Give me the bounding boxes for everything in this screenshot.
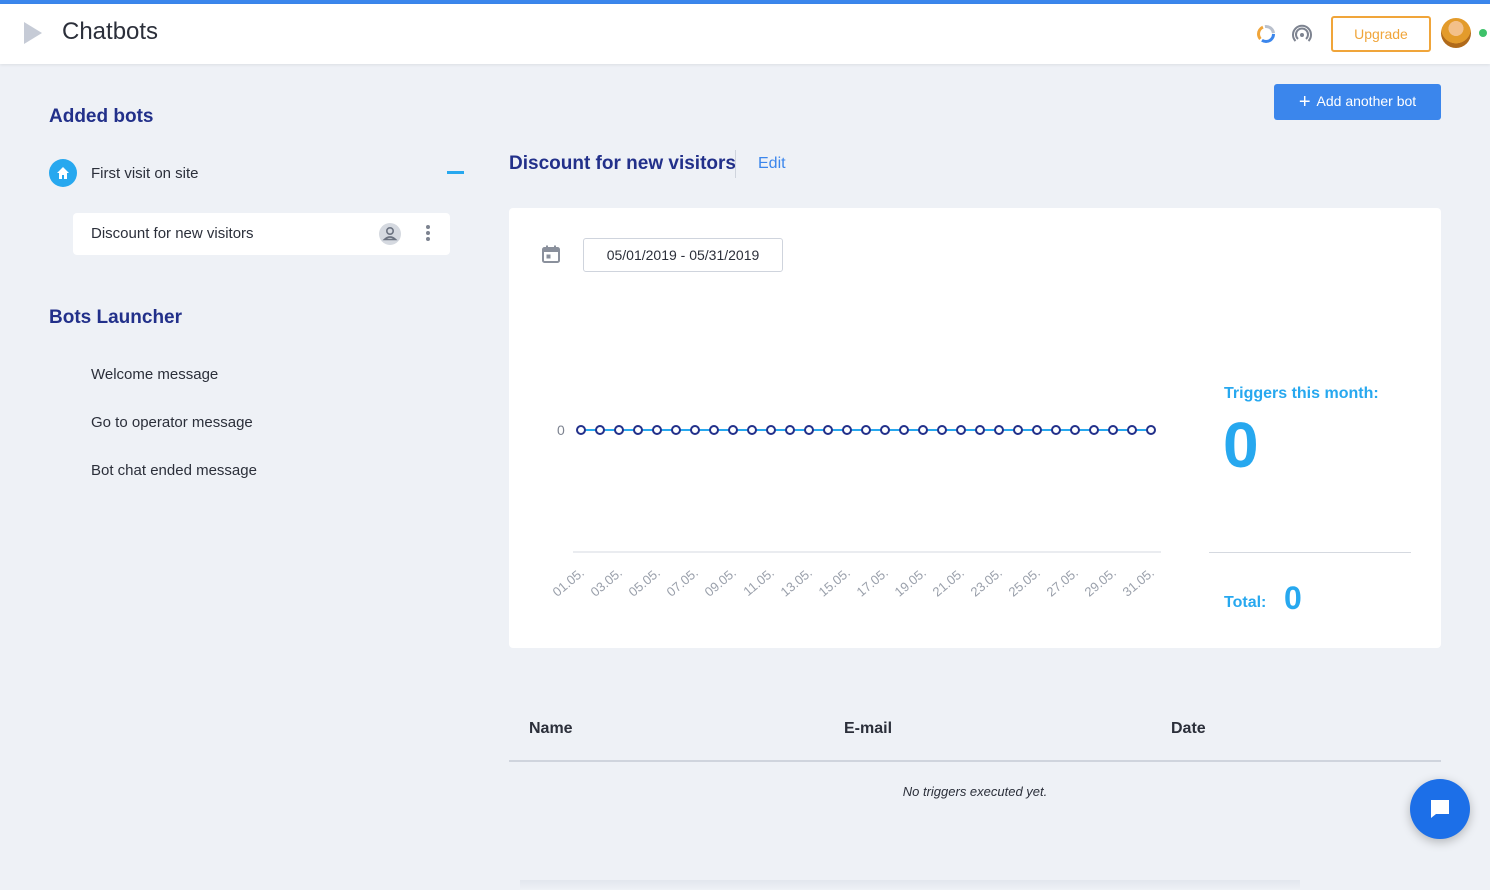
x-tick-label: 13.05. [778,565,815,600]
calendar-icon[interactable] [541,244,561,264]
total-label: Total: [1224,594,1267,611]
data-point [633,425,643,435]
total-value: 0 [1284,580,1302,616]
x-tick-label: 25.05. [1006,565,1043,600]
data-point [766,425,776,435]
title-divider [735,150,736,178]
x-tick-label: 21.05. [930,565,967,600]
y-tick-label: 0 [557,422,565,438]
online-status-dot [1479,29,1487,37]
table-header-name[interactable]: Name [529,720,573,738]
data-point [804,425,814,435]
bot-item-card[interactable]: Discount for new visitors [73,213,450,255]
launcher-item-operator[interactable]: Go to operator message [91,414,253,431]
bots-launcher-title: Bots Launcher [49,307,183,328]
add-bot-button[interactable]: + Add another bot [1274,84,1441,120]
x-tick-label: 19.05. [892,565,929,600]
chat-icon [1431,800,1449,818]
data-point [1108,425,1118,435]
data-point [709,425,719,435]
x-tick-label: 23.05. [968,565,1005,600]
bot-item-label: Discount for new visitors [91,225,254,242]
collapse-icon[interactable] [447,171,464,174]
data-point [880,425,890,435]
data-point [956,425,966,435]
x-tick-label: 11.05. [740,565,777,599]
x-tick-label: 01.05. [550,565,587,600]
x-tick-label: 07.05. [664,565,701,600]
table-header-date[interactable]: Date [1171,720,1206,738]
x-tick-label: 15.05. [816,565,853,600]
data-point [823,425,833,435]
avatar[interactable] [1441,18,1471,48]
broadcast-icon[interactable] [1292,24,1312,44]
x-tick-label: 09.05. [702,565,739,600]
upgrade-button[interactable]: Upgrade [1331,16,1431,52]
data-point [690,425,700,435]
data-point [747,425,757,435]
play-icon[interactable] [24,22,42,44]
app-header: Chatbots Upgrade [0,4,1490,64]
stats-panel: 0 01.05.03.05.05.05.07.05.09.05.11.05.13.… [509,208,1441,648]
data-point [937,425,947,435]
data-point [994,425,1004,435]
date-range-input[interactable] [583,238,783,272]
launcher-item-ended[interactable]: Bot chat ended message [91,462,257,479]
edit-link[interactable]: Edit [758,155,786,173]
data-point [785,425,795,435]
data-point [1127,425,1137,435]
triggers-value: 0 [1223,409,1259,481]
data-point [1032,425,1042,435]
user-icon [379,223,401,245]
x-tick-label: 29.05. [1082,565,1119,600]
triggers-chart: 0 01.05. 03.05. 05.05. 07.05. 09.05. 11.05. 13.… [550,422,1161,600]
data-point [1070,425,1080,435]
data-point [899,425,909,435]
data-point [614,425,624,435]
bot-group-label[interactable]: First visit on site [91,165,199,182]
data-point [918,425,928,435]
table-divider [509,760,1441,762]
data-point [1013,425,1023,435]
data-point [975,425,985,435]
data-point [1146,425,1156,435]
x-tick-label: 17.05. [854,565,891,600]
more-options-icon[interactable] [423,224,433,244]
data-point [1089,425,1099,435]
x-tick-label: 03.05. [588,565,625,600]
x-tick-label: 31.05. [1120,565,1157,600]
data-point [728,425,738,435]
chat-launcher-button[interactable] [1410,779,1470,839]
data-point [671,425,681,435]
page-title: Chatbots [62,18,159,45]
table-header-email[interactable]: E-mail [844,720,892,738]
launcher-item-welcome[interactable]: Welcome message [91,366,218,383]
plus-icon: + [1298,90,1311,113]
x-tick-label: 27.05. [1044,565,1081,600]
stats-divider [1209,552,1411,553]
data-point [1051,425,1061,435]
data-point [595,425,605,435]
data-point [576,425,586,435]
home-icon [49,159,77,187]
added-bots-title: Added bots [49,106,154,127]
x-tick-label: 05.05. [626,565,663,600]
bot-title: Discount for new visitors [509,153,736,174]
loading-icon[interactable] [1256,24,1276,44]
triggers-label: Triggers this month: [1224,385,1379,402]
bottom-shadow [520,880,1300,890]
empty-table-message: No triggers executed yet. [902,784,1048,799]
data-point [842,425,852,435]
data-point [861,425,871,435]
data-point [652,425,662,435]
